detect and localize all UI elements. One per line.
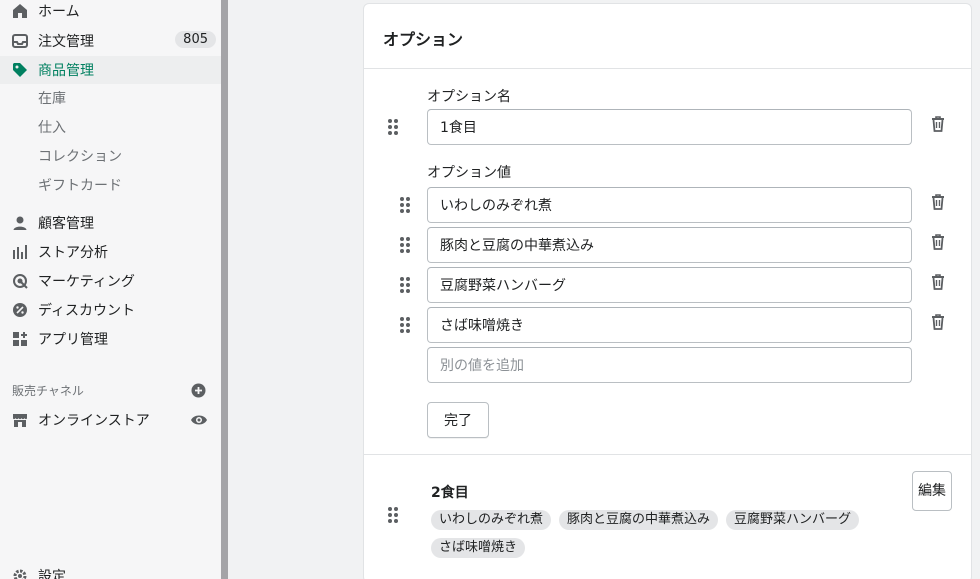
delete-value-icon[interactable] [931,194,945,210]
sidebar: ホーム 注文管理 805 商品管理 在庫 仕入 コレクション ギフトカード 顧客… [0,0,221,579]
eye-icon[interactable] [190,411,208,429]
option-value-input[interactable]: いわしのみぞれ煮 [427,187,912,223]
apps-icon [12,331,28,347]
option-value-tag: 豚肉と豆腐の中華煮込み [559,510,719,530]
option-value-input[interactable]: 豚肉と豆腐の中華煮込み [427,227,912,263]
delete-value-icon[interactable] [931,274,945,290]
drag-handle-icon[interactable] [399,196,411,214]
main-content: オプション オプション名 1食目 オプション値 いわしのみぞれ煮 豚肉と豆腐の中… [228,0,980,579]
sidebar-item-label: ホーム [38,4,80,20]
sidebar-item-label: マーケティング [38,274,135,290]
sidebar-item-label: 商品管理 [38,63,94,79]
sidebar-subitem-collections[interactable]: コレクション [38,143,122,171]
analytics-icon [12,244,28,260]
sales-channels-title: 販売チャネル [12,384,84,398]
done-button[interactable]: 完了 [427,402,489,438]
sidebar-item-analytics[interactable]: ストア分析 [0,238,221,266]
sidebar-item-apps[interactable]: アプリ管理 [0,325,221,353]
sidebar-subitem-giftcards[interactable]: ギフトカード [38,172,122,200]
gear-icon [12,568,28,579]
edit-button[interactable]: 編集 [912,471,952,511]
sidebar-item-marketing[interactable]: マーケティング [0,267,221,295]
card-title: オプション [383,30,464,49]
option-name-label: オプション名 [427,89,511,105]
sidebar-item-label: 注文管理 [38,34,94,50]
drag-handle-icon[interactable] [399,316,411,334]
add-value-input[interactable]: 別の値を追加 [427,347,912,383]
delete-value-icon[interactable] [931,314,945,330]
sidebar-item-label: アプリ管理 [38,332,108,348]
sidebar-item-products[interactable]: 商品管理 [0,56,221,84]
store-icon [12,412,28,428]
option-value-input[interactable]: 豆腐野菜ハンバーグ [427,267,912,303]
sidebar-item-label: オンラインストア [38,413,150,429]
discount-icon [12,302,28,318]
divider [364,454,971,455]
sidebar-item-customers[interactable]: 顧客管理 [0,209,221,237]
home-icon [12,3,28,19]
sidebar-subitem-inventory[interactable]: 在庫 [38,85,66,113]
sidebar-item-label: ディスカウント [38,303,136,319]
option-values-label: オプション値 [427,165,511,181]
drag-handle-icon[interactable] [399,236,411,254]
option-value-tag: 豆腐野菜ハンバーグ [726,510,860,530]
sidebar-item-orders[interactable]: 注文管理 805 [0,27,221,55]
sidebar-divider [221,0,228,579]
divider [364,68,971,69]
sidebar-item-label: 顧客管理 [38,216,94,232]
marketing-icon [12,273,28,289]
drag-handle-icon[interactable] [387,506,399,524]
sidebar-item-label: 設定 [38,569,66,579]
delete-value-icon[interactable] [931,234,945,250]
sidebar-item-label: ストア分析 [38,245,108,261]
person-icon [12,215,28,231]
option-group-title: 2食目 [431,485,469,501]
orders-count-badge: 805 [175,31,216,48]
option-name-input[interactable]: 1食目 [427,109,912,145]
drag-handle-icon[interactable] [399,276,411,294]
options-card: オプション オプション名 1食目 オプション値 いわしのみぞれ煮 豚肉と豆腐の中… [363,3,972,579]
option-value-input[interactable]: さば味噌焼き [427,307,912,343]
sidebar-item-discounts[interactable]: ディスカウント [0,296,221,324]
drag-handle-icon[interactable] [387,118,399,136]
option-value-tag: さば味噌焼き [431,538,526,558]
delete-option-icon[interactable] [931,116,945,132]
sidebar-item-settings[interactable]: 設定 [0,562,221,579]
option-value-tag: いわしのみぞれ煮 [431,510,552,530]
sidebar-item-online-store[interactable]: オンラインストア [0,406,221,434]
inbox-icon [12,33,28,49]
sidebar-subitem-purchase[interactable]: 仕入 [38,114,66,142]
tag-icon [12,62,28,78]
sidebar-item-home[interactable]: ホーム [0,0,221,25]
add-channel-icon[interactable] [191,383,206,398]
